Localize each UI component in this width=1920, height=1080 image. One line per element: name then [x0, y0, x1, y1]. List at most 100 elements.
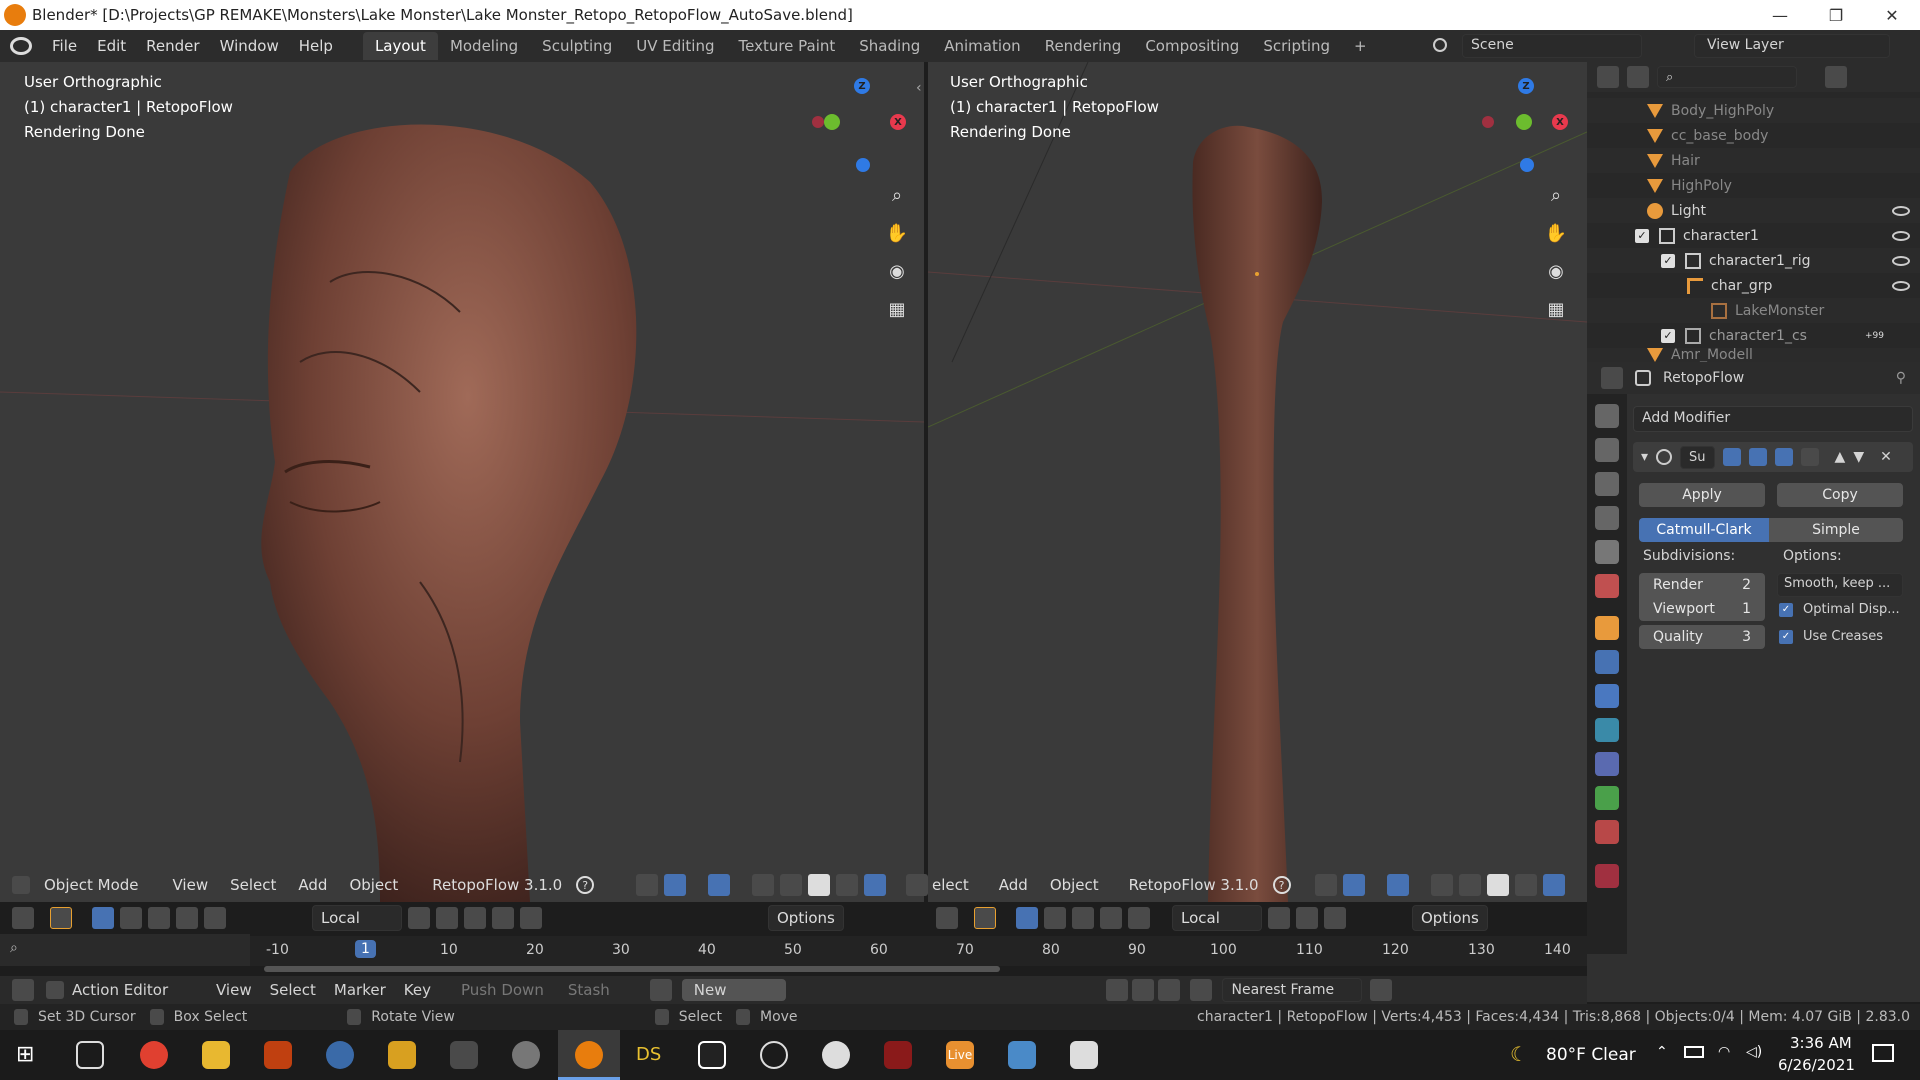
snap-icon[interactable]	[1296, 907, 1318, 929]
timeline-ruler[interactable]: -10 1 10 20 30 40 50 60 70 80 90 100 110…	[250, 936, 1587, 966]
gizmo-neg-z-axis[interactable]	[1520, 158, 1534, 172]
timeline-scrollbar[interactable]	[264, 966, 1000, 972]
cage-icon[interactable]	[1800, 448, 1819, 466]
modifier-tab-icon[interactable]	[1595, 650, 1619, 674]
display-mode-icon[interactable]	[1627, 66, 1649, 88]
snap-mode-dropdown[interactable]: Nearest Frame	[1222, 978, 1363, 1002]
weather-text[interactable]: 80°F Clear	[1546, 1045, 1636, 1065]
rendered-shading-icon[interactable]	[864, 874, 887, 896]
render-display-icon[interactable]	[1774, 448, 1793, 466]
unreal-engine-icon[interactable]	[822, 1041, 850, 1069]
menu-help[interactable]: Help	[289, 37, 343, 55]
add-workspace-button[interactable]: +	[1342, 32, 1379, 60]
grid-icon[interactable]: ▦	[882, 294, 912, 324]
tab-animation[interactable]: Animation	[932, 32, 1032, 60]
catmull-clark-toggle[interactable]: Catmull-Clark	[1639, 518, 1769, 542]
pin-icon[interactable]: ⚲	[1896, 370, 1906, 386]
select-mode-extend-icon[interactable]	[1044, 907, 1066, 929]
outliner-editor-type-icon[interactable]	[1597, 66, 1619, 88]
edit-mode-icon[interactable]	[1722, 448, 1741, 466]
file-explorer-icon[interactable]	[202, 1041, 230, 1069]
eye-icon[interactable]	[1892, 205, 1910, 216]
gizmo-toggle-icon[interactable]	[1342, 874, 1365, 896]
rendered-shading-icon[interactable]	[1542, 874, 1565, 896]
app-icon[interactable]	[450, 1041, 478, 1069]
tool-tab-icon[interactable]	[1595, 404, 1619, 428]
chrome-icon[interactable]	[140, 1041, 168, 1069]
show-hidden-icon[interactable]	[1132, 979, 1155, 1001]
menu-object[interactable]: Object	[1042, 873, 1107, 897]
select-tool-icon[interactable]	[50, 907, 72, 929]
app-icon[interactable]	[1070, 1041, 1098, 1069]
viewport-display-icon[interactable]	[1748, 448, 1767, 466]
tab-texture-paint[interactable]: Texture Paint	[726, 32, 847, 60]
gizmo-z-axis[interactable]: Z	[1518, 78, 1534, 94]
only-selected-icon[interactable]	[1106, 979, 1129, 1001]
outliner-item[interactable]: cc_base_body	[1587, 123, 1920, 148]
navigation-gizmo-right[interactable]: Z X	[1476, 70, 1576, 180]
tab-layout[interactable]: Layout	[362, 32, 438, 60]
select-mode-subtract-icon[interactable]	[148, 907, 170, 929]
object-mode-dropdown[interactable]: Object Mode	[36, 873, 147, 897]
use-creases-checkbox[interactable]: ✓ Use Creases	[1779, 629, 1883, 644]
wireframe-shading-icon[interactable]	[780, 874, 803, 896]
help-icon[interactable]: ?	[1272, 876, 1291, 894]
checkbox-icon[interactable]: ✓	[1635, 228, 1649, 243]
new-action-button[interactable]: New	[681, 979, 787, 1001]
select-mode-invert-icon[interactable]	[1100, 907, 1122, 929]
menu-view[interactable]: View	[165, 873, 217, 897]
maximize-button[interactable]: ❐	[1808, 0, 1864, 30]
modifier-name-input[interactable]: Su	[1680, 445, 1715, 469]
retopoflow-menu[interactable]: RetopoFlow 3.1.0	[1121, 873, 1267, 897]
viewport-left[interactable]: User Orthographic (1) character1 | Retop…	[0, 62, 924, 902]
outliner-item[interactable]: ✓ character1_cs +99	[1587, 323, 1920, 348]
gizmo-neg-z-axis[interactable]	[856, 158, 870, 172]
render-levels-field[interactable]: Render 2	[1639, 573, 1765, 597]
clock-date[interactable]: 6/26/2021	[1778, 1056, 1855, 1074]
gizmo-z-axis[interactable]: Z	[854, 78, 870, 94]
menu-view[interactable]: View	[216, 981, 252, 999]
options-dropdown[interactable]: Options	[768, 905, 844, 931]
options-dropdown[interactable]: Options	[1412, 905, 1488, 931]
menu-window[interactable]: Window	[210, 37, 289, 55]
proportional-edit-icon[interactable]	[1324, 907, 1346, 929]
tab-shading[interactable]: Shading	[847, 32, 932, 60]
overlay-toggle-icon[interactable]	[1386, 874, 1409, 896]
proportional-edit-icon[interactable]	[492, 907, 514, 929]
action-editor-dropdown[interactable]: Action Editor	[72, 981, 202, 999]
blender-menu-icon[interactable]	[10, 37, 32, 55]
texture-tab-icon[interactable]	[1595, 864, 1619, 888]
viewport-right[interactable]: User Orthographic (1) character1 | Retop…	[928, 62, 1587, 902]
push-down-button[interactable]: Push Down	[461, 981, 544, 999]
checkbox-icon[interactable]: ✓	[1661, 253, 1675, 268]
gizmo-neg-x-axis[interactable]	[812, 116, 824, 128]
select-mode-intersect-icon[interactable]	[1128, 907, 1150, 929]
scene-tab-icon[interactable]	[1595, 540, 1619, 564]
menu-add[interactable]: Add	[991, 873, 1036, 897]
menu-render[interactable]: Render	[136, 37, 209, 55]
errors-only-icon[interactable]	[1158, 979, 1181, 1001]
view-layer-tab-icon[interactable]	[1595, 506, 1619, 530]
blender-icon[interactable]	[575, 1041, 603, 1069]
wifi-icon[interactable]: ◠	[1718, 1044, 1730, 1060]
material-shading-icon[interactable]	[1514, 874, 1537, 896]
search-icon[interactable]: ⌕	[10, 940, 18, 956]
add-modifier-dropdown[interactable]: Add Modifier	[1633, 406, 1913, 432]
action-browse-icon[interactable]	[649, 979, 672, 1001]
apply-button[interactable]: Apply	[1639, 483, 1765, 507]
material-tab-icon[interactable]	[1595, 820, 1619, 844]
transform-orientation-dropdown[interactable]: Local	[1172, 905, 1262, 931]
tool-settings-icon[interactable]	[12, 907, 34, 929]
falloff-icon[interactable]	[520, 907, 542, 929]
outliner-item[interactable]: ✓ character1_rig	[1587, 248, 1920, 273]
uv-smooth-dropdown[interactable]: Smooth, keep ...	[1777, 573, 1903, 597]
gizmo-neg-x-axis[interactable]	[1482, 116, 1494, 128]
object-tab-icon[interactable]	[1595, 616, 1619, 640]
solid-shading-icon[interactable]	[808, 874, 831, 896]
select-mode-extend-icon[interactable]	[120, 907, 142, 929]
gizmo-x-axis[interactable]: X	[1552, 114, 1568, 130]
world-tab-icon[interactable]	[1595, 574, 1619, 598]
navigation-gizmo-left[interactable]: Z X	[810, 70, 906, 180]
stash-button[interactable]: Stash	[568, 981, 610, 999]
optimal-display-checkbox[interactable]: ✓ Optimal Disp...	[1779, 602, 1900, 617]
